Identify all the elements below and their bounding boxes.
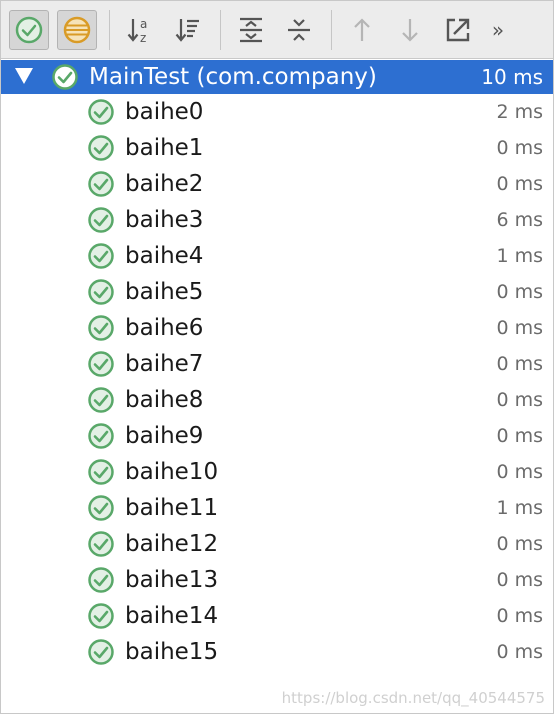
test-duration: 0 ms xyxy=(496,137,543,159)
test-duration: 0 ms xyxy=(496,605,543,627)
test-row[interactable]: baihe15 0 ms xyxy=(1,634,553,670)
suite-name: MainTest (com.company) xyxy=(89,64,377,90)
passed-icon xyxy=(88,171,114,197)
test-row[interactable]: baihe7 0 ms xyxy=(1,346,553,382)
passed-icon xyxy=(88,135,114,161)
test-duration: 0 ms xyxy=(496,317,543,339)
expand-all-button[interactable] xyxy=(231,10,271,50)
test-duration: 0 ms xyxy=(496,641,543,663)
test-row[interactable]: baihe9 0 ms xyxy=(1,418,553,454)
passed-icon xyxy=(88,531,114,557)
test-name: baihe4 xyxy=(125,243,204,269)
test-row[interactable]: baihe0 2 ms xyxy=(1,94,553,130)
test-name: baihe15 xyxy=(125,639,219,665)
test-row[interactable]: baihe1 0 ms xyxy=(1,130,553,166)
test-row[interactable]: baihe11 1 ms xyxy=(1,490,553,526)
passed-icon xyxy=(52,64,78,90)
test-duration: 0 ms xyxy=(496,425,543,447)
test-duration: 0 ms xyxy=(496,569,543,591)
test-duration: 0 ms xyxy=(496,281,543,303)
test-name: baihe13 xyxy=(125,567,219,593)
next-failed-button[interactable] xyxy=(390,10,430,50)
test-name: baihe10 xyxy=(125,459,219,485)
previous-failed-button[interactable] xyxy=(342,10,382,50)
passed-icon xyxy=(88,315,114,341)
test-duration: 0 ms xyxy=(496,173,543,195)
test-row[interactable]: baihe2 0 ms xyxy=(1,166,553,202)
test-row[interactable]: baihe6 0 ms xyxy=(1,310,553,346)
test-duration: 1 ms xyxy=(496,497,543,519)
passed-icon xyxy=(88,279,114,305)
test-name: baihe12 xyxy=(125,531,219,557)
test-row[interactable]: baihe8 0 ms xyxy=(1,382,553,418)
sort-alphabetically-button[interactable]: a z xyxy=(120,10,160,50)
passed-icon xyxy=(88,351,114,377)
export-button[interactable] xyxy=(438,10,478,50)
test-suite-row[interactable]: MainTest (com.company) 10 ms xyxy=(1,60,553,94)
test-name: baihe14 xyxy=(125,603,219,629)
previous-failed-icon xyxy=(354,17,370,41)
test-name: baihe1 xyxy=(125,135,204,161)
test-tree: MainTest (com.company) 10 ms baihe0 2 ms b… xyxy=(1,60,553,670)
passed-icon xyxy=(88,207,114,233)
toolbar-separator xyxy=(109,9,110,50)
more-actions-button[interactable]: » xyxy=(486,18,510,42)
sort-alphabetically-icon: a z xyxy=(127,17,147,45)
watermark: https://blog.csdn.net/qq_40544575 xyxy=(281,689,545,707)
test-name: baihe5 xyxy=(125,279,204,305)
passed-icon xyxy=(88,567,114,593)
expand-all-icon xyxy=(240,17,262,42)
test-name: baihe3 xyxy=(125,207,204,233)
sort-by-duration-button[interactable] xyxy=(168,10,208,50)
toolbar-separator xyxy=(220,9,221,50)
collapse-all-icon xyxy=(288,18,310,41)
test-duration: 0 ms xyxy=(496,533,543,555)
suite-duration: 10 ms xyxy=(481,65,543,89)
test-row[interactable]: baihe4 1 ms xyxy=(1,238,553,274)
toolbar-separator xyxy=(331,9,332,50)
test-duration: 0 ms xyxy=(496,353,543,375)
test-row[interactable]: baihe5 0 ms xyxy=(1,274,553,310)
sort-by-duration-icon xyxy=(175,18,199,42)
svg-text:z: z xyxy=(140,31,146,45)
test-row[interactable]: baihe3 6 ms xyxy=(1,202,553,238)
svg-text:a: a xyxy=(140,17,147,31)
test-duration: 6 ms xyxy=(496,209,543,231)
show-passed-icon xyxy=(15,16,43,43)
show-ignored-icon xyxy=(63,16,91,43)
passed-icon xyxy=(88,99,114,125)
test-name: baihe8 xyxy=(125,387,204,413)
test-name: baihe11 xyxy=(125,495,219,521)
test-name: baihe0 xyxy=(125,99,204,125)
passed-icon xyxy=(88,639,114,665)
test-runner-panel: a z » MainTest (com.company) 10 ms baihe… xyxy=(0,0,554,714)
test-name: baihe2 xyxy=(125,171,204,197)
passed-icon xyxy=(88,603,114,629)
test-name: baihe7 xyxy=(125,351,204,377)
collapse-all-button[interactable] xyxy=(279,10,319,50)
test-duration: 1 ms xyxy=(496,245,543,267)
test-name: baihe6 xyxy=(125,315,204,341)
toolbar: a z » xyxy=(1,1,553,59)
test-duration: 2 ms xyxy=(496,101,543,123)
test-name: baihe9 xyxy=(125,423,204,449)
test-row[interactable]: baihe14 0 ms xyxy=(1,598,553,634)
show-passed-button[interactable] xyxy=(9,9,49,50)
passed-icon xyxy=(88,243,114,269)
passed-icon xyxy=(88,387,114,413)
expand-arrow-icon[interactable] xyxy=(15,68,33,84)
show-ignored-button[interactable] xyxy=(57,9,97,50)
test-duration: 0 ms xyxy=(496,461,543,483)
test-row[interactable]: baihe10 0 ms xyxy=(1,454,553,490)
passed-icon xyxy=(88,495,114,521)
passed-icon xyxy=(88,423,114,449)
export-icon xyxy=(446,18,470,41)
next-failed-icon xyxy=(402,18,418,42)
test-row[interactable]: baihe12 0 ms xyxy=(1,526,553,562)
passed-icon xyxy=(88,459,114,485)
test-row[interactable]: baihe13 0 ms xyxy=(1,562,553,598)
test-duration: 0 ms xyxy=(496,389,543,411)
